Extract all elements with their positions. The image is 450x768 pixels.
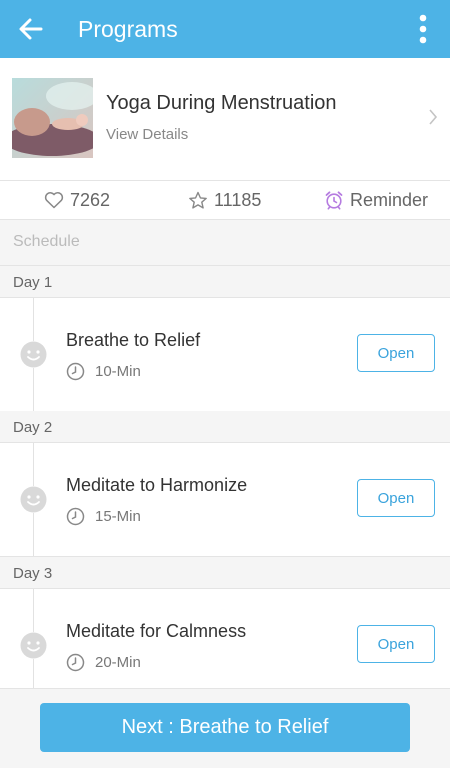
session-row[interactable]: Breathe to Relief 10-Min Open — [0, 298, 450, 412]
open-button[interactable]: Open — [357, 334, 435, 372]
open-button[interactable]: Open — [357, 479, 435, 517]
session-duration: 20-Min — [66, 652, 141, 672]
stats-row: 7262 11185 Reminder — [0, 181, 450, 220]
reminder-button[interactable]: Reminder — [324, 181, 428, 219]
alarm-clock-icon — [325, 191, 343, 210]
program-card[interactable]: Yoga During Menstruation View Details — [0, 58, 450, 181]
clock-icon — [66, 653, 85, 671]
more-vertical-icon[interactable] — [418, 14, 428, 44]
stars-stat[interactable]: 11185 — [188, 181, 261, 219]
day-label: Day 1 — [13, 274, 53, 291]
app-bar: Programs — [0, 0, 450, 58]
view-details-link[interactable]: View Details — [106, 126, 188, 143]
program-title: Yoga During Menstruation — [106, 92, 337, 114]
reminder-label: Reminder — [350, 189, 429, 210]
session-duration: 10-Min — [66, 361, 141, 381]
smiley-icon — [20, 486, 47, 513]
session-duration: 15-Min — [66, 506, 141, 526]
stars-count: 11185 — [214, 189, 262, 210]
arrow-left-icon[interactable] — [18, 14, 44, 44]
session-name: Breathe to Relief — [66, 330, 201, 350]
duration-text: 15-Min — [95, 507, 141, 525]
duration-text: 20-Min — [95, 653, 141, 671]
day-label: Day 2 — [13, 419, 53, 436]
day-header: Day 1 — [0, 266, 450, 298]
next-session-button[interactable]: Next : Breathe to Relief — [40, 703, 410, 752]
chevron-right-icon — [429, 109, 438, 125]
duration-text: 10-Min — [95, 362, 141, 380]
open-button[interactable]: Open — [357, 625, 435, 663]
session-name: Meditate for Calmness — [66, 621, 247, 641]
program-thumbnail — [12, 78, 93, 158]
session-name: Meditate to Harmonize — [66, 475, 248, 495]
session-row[interactable]: Meditate to Harmonize 15-Min Open — [0, 443, 450, 557]
smiley-icon — [20, 341, 47, 368]
heart-icon — [44, 192, 64, 209]
day-header: Day 2 — [0, 411, 450, 443]
page-title: Programs — [78, 16, 178, 42]
smiley-icon — [20, 632, 47, 659]
schedule-header: Schedule — [0, 220, 450, 266]
likes-stat[interactable]: 7262 — [44, 181, 110, 219]
day-label: Day 3 — [13, 565, 53, 582]
day-header: Day 3 — [0, 557, 450, 589]
schedule-label: Schedule — [13, 233, 80, 250]
footer-bar: Next : Breathe to Relief — [0, 688, 450, 768]
star-icon — [189, 191, 207, 209]
clock-icon — [66, 507, 85, 525]
likes-count: 7262 — [70, 189, 111, 210]
session-row[interactable]: Meditate for Calmness 20-Min Open — [0, 589, 450, 703]
clock-icon — [66, 362, 85, 380]
